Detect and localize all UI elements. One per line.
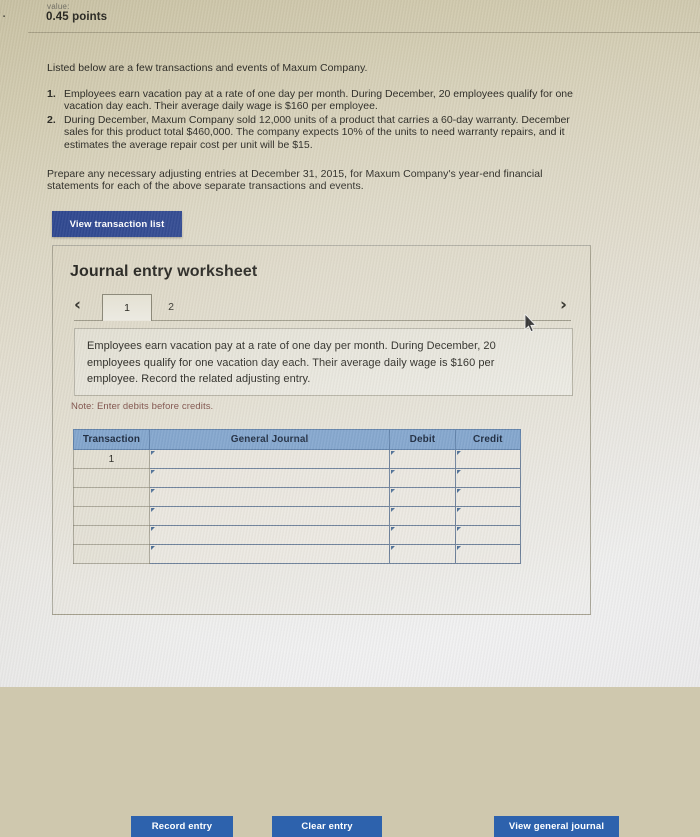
tabstrip-active-gap bbox=[103, 320, 149, 321]
tab-1[interactable]: 1 bbox=[102, 294, 152, 321]
cell-debit[interactable] bbox=[389, 468, 456, 488]
list-item-number: 1. bbox=[47, 88, 56, 100]
cell-dropdown-marker-icon bbox=[150, 527, 155, 531]
cell-debit[interactable] bbox=[389, 449, 456, 469]
column-header-general-journal: General Journal bbox=[148, 429, 391, 450]
value-points: 0.45 points bbox=[46, 11, 108, 23]
prompt-box: Employees earn vacation pay at a rate of… bbox=[74, 328, 573, 396]
column-header-debit: Debit bbox=[389, 429, 456, 450]
cell-credit[interactable] bbox=[454, 449, 522, 469]
cell-transaction[interactable]: 1 bbox=[73, 449, 150, 469]
cell-dropdown-marker-icon bbox=[391, 489, 396, 493]
worksheet-tabstrip: ‹ 1 2 › bbox=[53, 294, 590, 321]
cell-dropdown-marker-icon bbox=[150, 451, 155, 455]
cell-dropdown-marker-icon bbox=[456, 527, 461, 531]
cell-general-journal[interactable] bbox=[148, 544, 391, 564]
list-item-text: During December, Maxum Company sold 12,0… bbox=[64, 113, 570, 151]
cell-dropdown-marker-icon bbox=[456, 508, 461, 512]
mouse-cursor-icon bbox=[524, 314, 537, 333]
cell-dropdown-marker-icon bbox=[456, 470, 461, 474]
cell-debit[interactable] bbox=[389, 525, 456, 545]
cell-credit[interactable] bbox=[454, 525, 522, 545]
cell-dropdown-marker-icon bbox=[456, 451, 461, 455]
cell-debit[interactable] bbox=[389, 544, 456, 564]
cell-credit[interactable] bbox=[454, 544, 522, 564]
debits-before-credits-note: Note: Enter debits before credits. bbox=[71, 401, 214, 412]
cell-dropdown-marker-icon bbox=[391, 546, 396, 550]
cell-dropdown-marker-icon bbox=[391, 527, 396, 531]
cell-dropdown-marker-icon bbox=[150, 470, 155, 474]
view-transaction-list-button[interactable]: View transaction list bbox=[52, 211, 182, 237]
tab-2[interactable]: 2 bbox=[151, 294, 191, 320]
prompt-text: Employees earn vacation pay at a rate of… bbox=[87, 340, 496, 385]
header-divider bbox=[28, 32, 700, 33]
cell-general-journal[interactable] bbox=[148, 468, 391, 488]
next-tab-chevron-icon[interactable]: › bbox=[560, 297, 567, 314]
cell-dropdown-marker-icon bbox=[391, 451, 396, 455]
journal-entry-table: Transaction General Journal Debit Credit… bbox=[73, 429, 522, 564]
cell-dropdown-marker-icon bbox=[391, 470, 396, 474]
clear-entry-button[interactable]: Clear entry bbox=[272, 816, 382, 837]
table-row bbox=[73, 544, 522, 564]
table-header-row: Transaction General Journal Debit Credit bbox=[73, 429, 522, 450]
corner-marker: ). bbox=[0, 4, 8, 21]
cell-dropdown-marker-icon bbox=[150, 546, 155, 550]
list-item-text: Employees earn vacation pay at a rate of… bbox=[64, 88, 573, 113]
cell-dropdown-marker-icon bbox=[391, 508, 396, 512]
cell-dropdown-marker-icon bbox=[150, 508, 155, 512]
cell-dropdown-marker-icon bbox=[456, 546, 461, 550]
cell-dropdown-marker-icon bbox=[150, 489, 155, 493]
record-entry-button[interactable]: Record entry bbox=[131, 816, 233, 837]
table-row bbox=[73, 468, 522, 488]
cell-transaction[interactable] bbox=[73, 506, 150, 526]
transactions-list: 1. Employees earn vacation pay at a rate… bbox=[47, 88, 592, 152]
column-header-transaction: Transaction bbox=[73, 429, 150, 450]
journal-entry-worksheet-panel: Journal entry worksheet ‹ 1 2 › Employee… bbox=[52, 245, 619, 837]
cell-transaction[interactable] bbox=[73, 544, 150, 564]
panel-title: Journal entry worksheet bbox=[70, 263, 258, 280]
table-row: 1 bbox=[73, 449, 522, 469]
list-item: 2. During December, Maxum Company sold 1… bbox=[47, 114, 592, 151]
cell-general-journal[interactable] bbox=[148, 487, 391, 507]
table-row bbox=[73, 525, 522, 545]
page-content: ). value: 0.45 points Listed below are a… bbox=[0, 0, 700, 837]
cell-transaction[interactable] bbox=[73, 487, 150, 507]
question-instruction: Prepare any necessary adjusting entries … bbox=[47, 168, 543, 193]
table-row bbox=[73, 506, 522, 526]
value-label: value: bbox=[47, 2, 70, 11]
cell-general-journal[interactable] bbox=[148, 449, 391, 469]
table-row bbox=[73, 487, 522, 507]
cell-dropdown-marker-icon bbox=[456, 489, 461, 493]
cell-debit[interactable] bbox=[389, 506, 456, 526]
cell-debit[interactable] bbox=[389, 487, 456, 507]
list-item-number: 2. bbox=[47, 113, 56, 126]
column-header-credit: Credit bbox=[454, 429, 522, 450]
journal-entry-table-body: 1 bbox=[73, 449, 522, 564]
cell-transaction[interactable] bbox=[73, 525, 150, 545]
cell-general-journal[interactable] bbox=[148, 525, 391, 545]
view-general-journal-button[interactable]: View general journal bbox=[494, 816, 619, 837]
cell-credit[interactable] bbox=[454, 487, 522, 507]
cell-credit[interactable] bbox=[454, 468, 522, 488]
cell-credit[interactable] bbox=[454, 506, 522, 526]
cell-general-journal[interactable] bbox=[148, 506, 391, 526]
cell-transaction[interactable] bbox=[73, 468, 150, 488]
list-item: 1. Employees earn vacation pay at a rate… bbox=[47, 88, 592, 113]
question-intro: Listed below are a few transactions and … bbox=[47, 62, 368, 74]
previous-tab-chevron-icon[interactable]: ‹ bbox=[74, 297, 81, 314]
